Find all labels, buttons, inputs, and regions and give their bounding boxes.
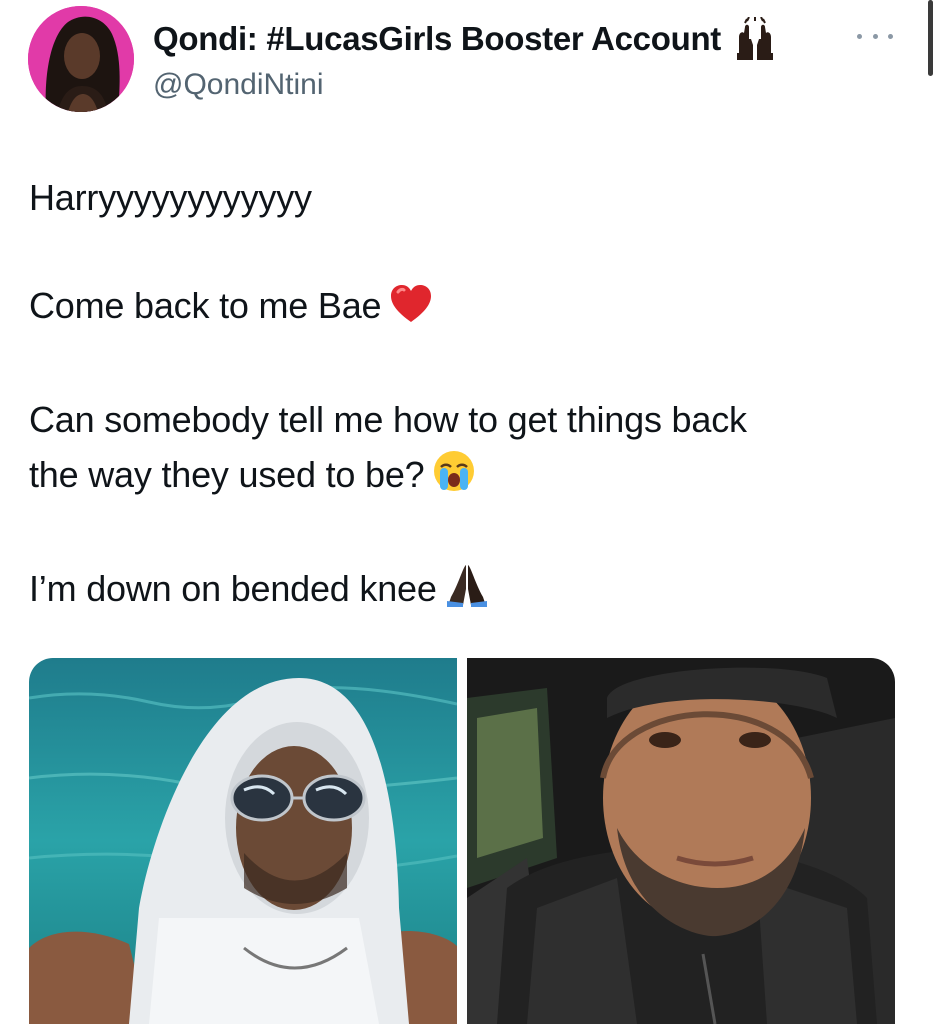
- media-photo[interactable]: [29, 658, 457, 1024]
- photo-icon: [467, 658, 895, 1024]
- more-options-button[interactable]: [857, 24, 893, 48]
- more-dot-icon: [888, 33, 893, 39]
- scrollbar[interactable]: [928, 0, 933, 76]
- tweet-line: Come back to me Bae: [29, 278, 909, 339]
- avatar[interactable]: [28, 6, 134, 112]
- more-dot-icon: [872, 33, 878, 39]
- tweet: Qondi: #LucasGirls Booster Account @Qond…: [0, 0, 935, 1024]
- tweet-line: Can somebody tell me how to get things b…: [29, 399, 747, 440]
- red-heart-icon: [389, 284, 433, 339]
- folded-hands-icon: [445, 563, 489, 622]
- tweet-text: Harryyyyyyyyyyyy Come back to me Bae Can…: [29, 170, 909, 622]
- display-name[interactable]: Qondi: #LucasGirls Booster Account: [153, 20, 721, 58]
- tweet-line: Harryyyyyyyyyyyy: [29, 177, 312, 218]
- raising-hands-icon: [731, 15, 779, 61]
- loudly-crying-face-icon: [432, 449, 476, 508]
- media-grid: [29, 658, 895, 1024]
- media-photo[interactable]: [467, 658, 895, 1024]
- tweet-line-text: I’m down on bended knee: [29, 568, 437, 609]
- author-block: Qondi: #LucasGirls Booster Account @Qond…: [153, 14, 779, 102]
- handle[interactable]: @QondiNtini: [153, 68, 779, 102]
- tweet-line-text: Come back to me Bae: [29, 285, 382, 326]
- display-name-row: Qondi: #LucasGirls Booster Account: [153, 14, 779, 64]
- tweet-line-text: the way they used to be?: [29, 454, 425, 495]
- tweet-line: I’m down on bended knee: [29, 561, 909, 622]
- tweet-line: the way they used to be?: [29, 447, 909, 508]
- more-dot-icon: [857, 33, 862, 39]
- photo-icon: [29, 658, 457, 1024]
